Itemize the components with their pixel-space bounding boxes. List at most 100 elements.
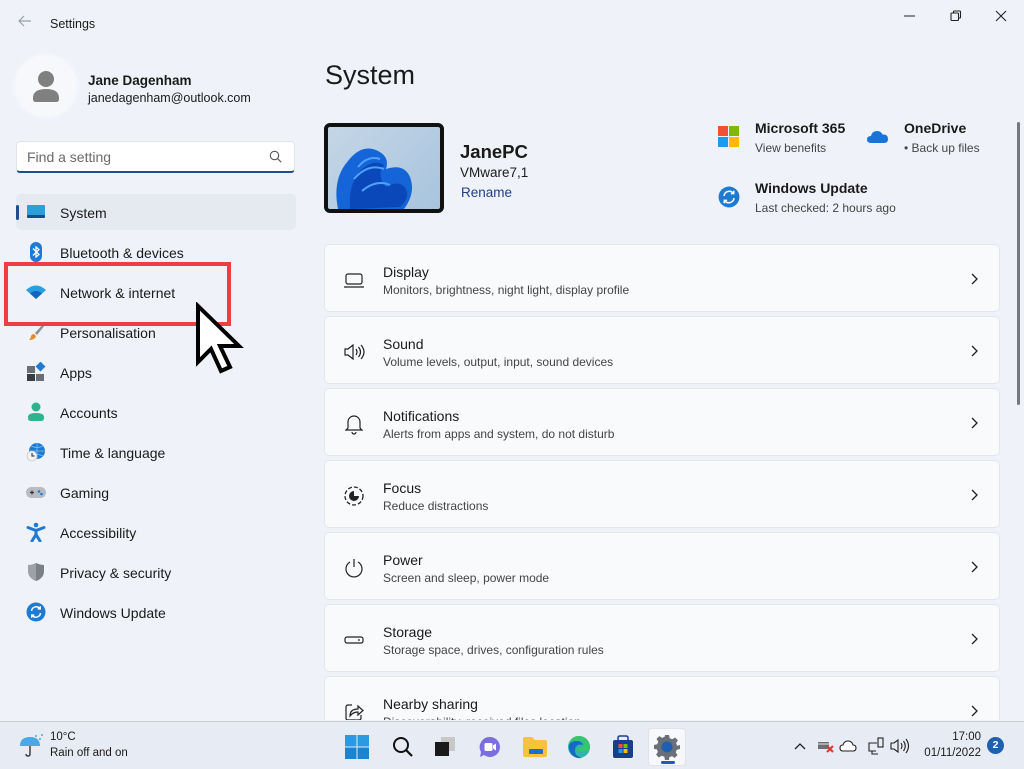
tray-volume[interactable]	[890, 736, 910, 756]
sidebar-item-label: Time & language	[60, 445, 166, 461]
shield-icon	[28, 563, 44, 581]
quick-link-subtitle: • Back up files	[904, 141, 980, 155]
tray-network[interactable]	[866, 736, 886, 756]
task-view-icon	[435, 737, 455, 756]
edge-icon	[568, 736, 590, 759]
taskbar-chat-button[interactable]	[471, 728, 509, 766]
close-button[interactable]	[978, 4, 1024, 28]
search-icon	[393, 737, 413, 757]
user-email: janedagenham@outlook.com	[88, 91, 251, 105]
sidebar-item-label: Accounts	[60, 405, 118, 421]
rename-link[interactable]: Rename	[461, 185, 512, 200]
device-name: JanePC	[460, 141, 528, 162]
gear-icon	[654, 735, 680, 760]
card-notifications[interactable]: Notifications Alerts from apps and syste…	[324, 388, 1000, 456]
card-display[interactable]: Display Monitors, brightness, night ligh…	[324, 244, 1000, 312]
user-name: Jane Dagenham	[88, 73, 192, 88]
taskbar-file-explorer-button[interactable]	[516, 728, 554, 766]
sidebar-item-apps[interactable]: Apps	[16, 354, 296, 390]
weather-description: Rain off and on	[50, 747, 128, 759]
folder-icon	[523, 737, 547, 757]
taskbar-settings-button[interactable]	[648, 728, 686, 766]
device-wallpaper-thumbnail	[324, 123, 444, 213]
app-title: Settings	[50, 17, 96, 31]
sidebar-item-gaming[interactable]: Gaming	[16, 474, 296, 510]
card-subtitle: Alerts from apps and system, do not dist…	[383, 427, 615, 441]
quick-link-microsoft-365[interactable]: Microsoft 365 View benefits	[718, 120, 858, 160]
tray-overflow-button[interactable]	[790, 736, 810, 756]
search-box[interactable]	[16, 141, 295, 173]
card-nearby-sharing[interactable]: Nearby sharing Discoverability, received…	[324, 676, 1000, 720]
taskbar-task-view-button[interactable]	[426, 728, 464, 766]
maximize-button[interactable]	[933, 4, 979, 28]
taskbar-edge-button[interactable]	[560, 728, 598, 766]
card-title: Display	[383, 264, 429, 280]
sidebar-item-bluetooth[interactable]: Bluetooth & devices	[16, 234, 296, 270]
onedrive-icon	[867, 131, 888, 143]
sidebar-item-privacy-security[interactable]: Privacy & security	[16, 554, 296, 590]
restore-icon	[950, 10, 962, 22]
quick-link-title: Microsoft 365	[755, 120, 846, 136]
wallpaper-bloom-icon	[336, 148, 412, 209]
display-icon	[344, 273, 364, 288]
quick-link-subtitle: Last checked: 2 hours ago	[755, 201, 896, 215]
person-icon	[33, 71, 59, 102]
sidebar-item-personalisation[interactable]: Personalisation	[16, 314, 296, 350]
sidebar-item-time-language[interactable]: Time & language	[16, 434, 296, 470]
sidebar-nav: System Bluetooth & devices Network & int…	[16, 194, 296, 634]
chevron-up-icon	[794, 743, 806, 750]
tray-vmware-tools[interactable]	[816, 736, 836, 756]
quick-link-subtitle: View benefits	[755, 141, 827, 155]
taskbar-store-button[interactable]	[604, 728, 642, 766]
sidebar-item-network[interactable]: Network & internet	[16, 274, 296, 310]
card-subtitle: Reduce distractions	[383, 499, 489, 513]
tray-onedrive[interactable]	[838, 736, 858, 756]
system-icon	[27, 205, 45, 218]
card-sound[interactable]: Sound Volume levels, output, input, soun…	[324, 316, 1000, 384]
back-button[interactable]	[14, 12, 36, 34]
minimize-button[interactable]	[887, 4, 933, 28]
sidebar-item-accounts[interactable]: Accounts	[16, 394, 296, 430]
sidebar-item-accessibility[interactable]: Accessibility	[16, 514, 296, 550]
chat-icon	[479, 736, 500, 757]
card-title: Sound	[383, 336, 424, 352]
quick-link-onedrive[interactable]: OneDrive • Back up files	[867, 120, 997, 160]
sidebar-item-label: Personalisation	[60, 325, 156, 341]
sidebar-item-label: Network & internet	[60, 285, 176, 301]
accessibility-icon	[26, 522, 46, 542]
taskbar-start-button[interactable]	[338, 728, 376, 766]
sidebar-item-windows-update[interactable]: Windows Update	[16, 594, 296, 630]
card-subtitle: Volume levels, output, input, sound devi…	[383, 355, 614, 369]
taskbar-search-button[interactable]	[384, 728, 422, 766]
paintbrush-icon	[29, 323, 45, 340]
card-title: Nearby sharing	[383, 696, 478, 712]
card-title: Power	[383, 552, 423, 568]
notification-count-badge[interactable]: 2	[987, 737, 1004, 754]
windows-update-icon	[718, 186, 740, 208]
chevron-right-icon	[971, 489, 978, 501]
card-focus[interactable]: Focus Reduce distractions	[324, 460, 1000, 528]
card-subtitle: Monitors, brightness, night light, displ…	[383, 283, 630, 297]
card-storage[interactable]: Storage Storage space, drives, configura…	[324, 604, 1000, 672]
chevron-right-icon	[971, 705, 978, 717]
arrow-left-icon	[18, 15, 31, 27]
apps-icon	[27, 362, 46, 381]
weather-temperature: 10°C	[50, 731, 76, 743]
quick-link-title: OneDrive	[904, 120, 967, 136]
card-power[interactable]: Power Screen and sleep, power mode	[324, 532, 1000, 600]
page-title: System	[325, 60, 416, 90]
sidebar-item-system[interactable]: System	[16, 194, 296, 230]
speaker-icon	[344, 343, 365, 361]
search-input[interactable]	[27, 148, 262, 166]
clock-time: 17:00	[952, 731, 981, 743]
main-scrollbar[interactable]	[1017, 122, 1020, 405]
speaker-icon	[890, 738, 910, 754]
quick-link-windows-update[interactable]: Windows Update Last checked: 2 hours ago	[718, 180, 918, 220]
chevron-right-icon	[971, 417, 978, 429]
search-icon[interactable]	[268, 149, 284, 165]
onedrive-icon	[839, 740, 857, 752]
avatar[interactable]	[16, 56, 76, 116]
network-ethernet-icon	[868, 737, 884, 755]
close-icon	[995, 10, 1007, 22]
card-title: Focus	[383, 480, 422, 496]
